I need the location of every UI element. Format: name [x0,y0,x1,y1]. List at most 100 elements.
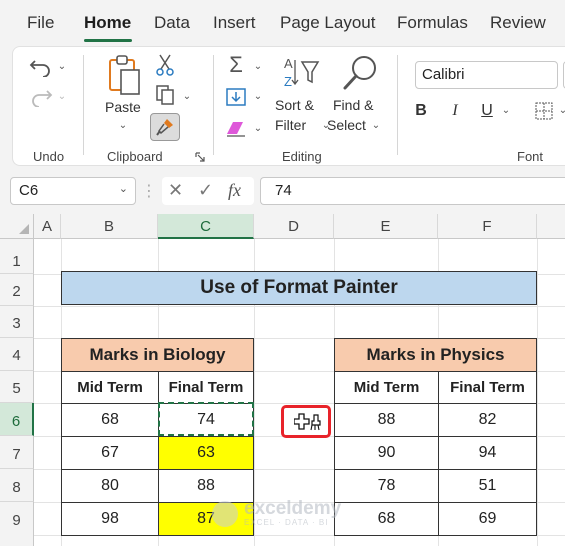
gridline [34,306,565,307]
formula-input[interactable]: 74 [260,177,565,205]
redo-dropdown-chevron-icon[interactable]: ⌄ [57,89,67,103]
insert-function-icon[interactable]: fx [228,180,241,201]
clipboard-launcher-icon[interactable] [194,151,206,163]
physics-header[interactable]: Marks in Physics [334,338,537,371]
tab-file[interactable]: File [27,13,54,33]
fill-dropdown-chevron-icon[interactable]: ⌄ [253,89,263,103]
formula-bar: C6 ⌄ ⋮ ✕ ✓ fx 74 [0,170,565,214]
tab-data[interactable]: Data [154,13,190,33]
find-select-dropdown-chevron-icon[interactable]: ⌄ [371,119,381,131]
undo-icon[interactable] [27,55,55,79]
fill-icon[interactable] [223,85,249,109]
tab-insert[interactable]: Insert [213,13,256,33]
formula-bar-grip-icon[interactable]: ⋮ [141,178,157,204]
column-header-a[interactable]: A [34,214,61,239]
physics-finalterm-cell[interactable]: 69 [438,502,537,536]
physics-midterm-cell[interactable]: 90 [334,436,438,469]
format-painter-cursor-icon [294,411,322,433]
borders-dropdown-chevron-icon[interactable]: ⌄ [558,103,565,117]
row-header-2[interactable]: 2 [0,274,34,306]
group-divider [213,55,214,155]
underline-icon[interactable]: U [477,99,497,123]
borders-icon[interactable] [533,99,555,123]
clipboard-group-label: Clipboard [107,149,163,164]
autosum-dropdown-chevron-icon[interactable]: ⌄ [253,59,263,73]
biology-finalterm-header[interactable]: Final Term [158,371,254,403]
find-select-icon[interactable] [341,53,381,93]
sort-filter-label-1[interactable]: Sort & [275,97,314,114]
svg-text:Z: Z [284,74,292,89]
clear-dropdown-chevron-icon[interactable]: ⌄ [253,121,263,135]
watermark-tagline: EXCEL · DATA · BI [244,518,329,527]
tab-formulas[interactable]: Formulas [397,13,468,33]
biology-midterm-cell[interactable]: 68 [61,403,158,436]
menu-bar: File Home Data Insert Page Layout Formul… [0,0,565,44]
physics-midterm-cell[interactable]: 78 [334,469,438,502]
biology-midterm-cell[interactable]: 98 [61,502,158,536]
biology-finalterm-cell[interactable]: 74 [158,403,254,436]
tab-page-layout[interactable]: Page Layout [280,13,375,33]
paste-icon[interactable] [105,53,145,97]
tab-review[interactable]: Review [490,13,546,33]
paste-button-label[interactable]: Paste [105,99,141,116]
name-box[interactable]: C6 ⌄ [10,177,136,205]
copy-icon[interactable] [153,83,177,107]
autosum-icon[interactable]: Σ [223,52,249,77]
bold-icon[interactable]: B [411,99,431,123]
biology-midterm-header[interactable]: Mid Term [61,371,158,403]
row-header-1[interactable]: 1 [0,239,34,274]
undo-dropdown-chevron-icon[interactable]: ⌄ [57,59,67,73]
name-box-chevron-icon[interactable]: ⌄ [119,182,128,195]
select-all-corner[interactable] [0,214,34,239]
watermark: exceldemy EXCEL · DATA · BI [212,499,341,527]
row-header-7[interactable]: 7 [0,436,34,469]
column-header-c[interactable]: C [158,214,254,239]
physics-finalterm-cell[interactable]: 94 [438,436,537,469]
select-all-triangle-icon [19,224,29,234]
font-name-select[interactable]: Calibri [415,61,558,89]
column-header-d[interactable]: D [254,214,334,239]
clear-icon[interactable] [223,117,249,141]
paste-dropdown-chevron-icon[interactable]: ⌄ [117,119,129,131]
physics-finalterm-header[interactable]: Final Term [438,371,537,403]
physics-finalterm-cell[interactable]: 51 [438,469,537,502]
physics-finalterm-cell[interactable]: 82 [438,403,537,436]
row-header-9[interactable]: 9 [0,502,34,546]
column-header-g[interactable] [537,214,565,239]
format-painter-icon[interactable] [150,113,180,141]
column-header-b[interactable]: B [61,214,158,239]
physics-midterm-cell[interactable]: 88 [334,403,438,436]
redo-icon[interactable] [27,85,55,109]
name-box-value: C6 [19,182,39,199]
biology-header[interactable]: Marks in Biology [61,338,254,371]
column-header-e[interactable]: E [334,214,438,239]
italic-icon[interactable]: I [445,99,465,123]
find-select-label-2[interactable]: Select [327,117,366,134]
row-header-6[interactable]: 6 [0,403,34,436]
row-header-4[interactable]: 4 [0,338,34,371]
biology-midterm-cell[interactable]: 80 [61,469,158,502]
physics-midterm-cell[interactable]: 68 [334,502,438,536]
undo-group-label: Undo [33,149,65,164]
row-header-5[interactable]: 5 [0,371,34,403]
row-header-8[interactable]: 8 [0,469,34,502]
find-select-label-1[interactable]: Find & [333,97,373,114]
cut-icon[interactable] [153,53,177,77]
sort-filter-icon[interactable]: A Z [281,53,321,93]
sort-filter-label-2[interactable]: Filter [275,117,306,134]
cancel-entry-icon[interactable]: ✕ [168,180,183,201]
sheet-title[interactable]: Use of Format Painter [61,271,537,305]
editing-group-label: Editing [282,149,322,164]
confirm-entry-icon[interactable]: ✓ [198,180,213,201]
group-divider [397,55,398,155]
physics-midterm-header[interactable]: Mid Term [334,371,438,403]
tab-home[interactable]: Home [84,13,131,33]
row-header-3[interactable]: 3 [0,306,34,338]
underline-dropdown-chevron-icon[interactable]: ⌄ [501,103,511,117]
biology-midterm-cell[interactable]: 67 [61,436,158,469]
biology-finalterm-cell[interactable]: 63 [158,436,254,469]
biology-finalterm-cell[interactable]: 88 [158,469,254,502]
group-divider [83,55,84,155]
column-header-f[interactable]: F [438,214,537,239]
copy-dropdown-chevron-icon[interactable]: ⌄ [182,89,192,103]
